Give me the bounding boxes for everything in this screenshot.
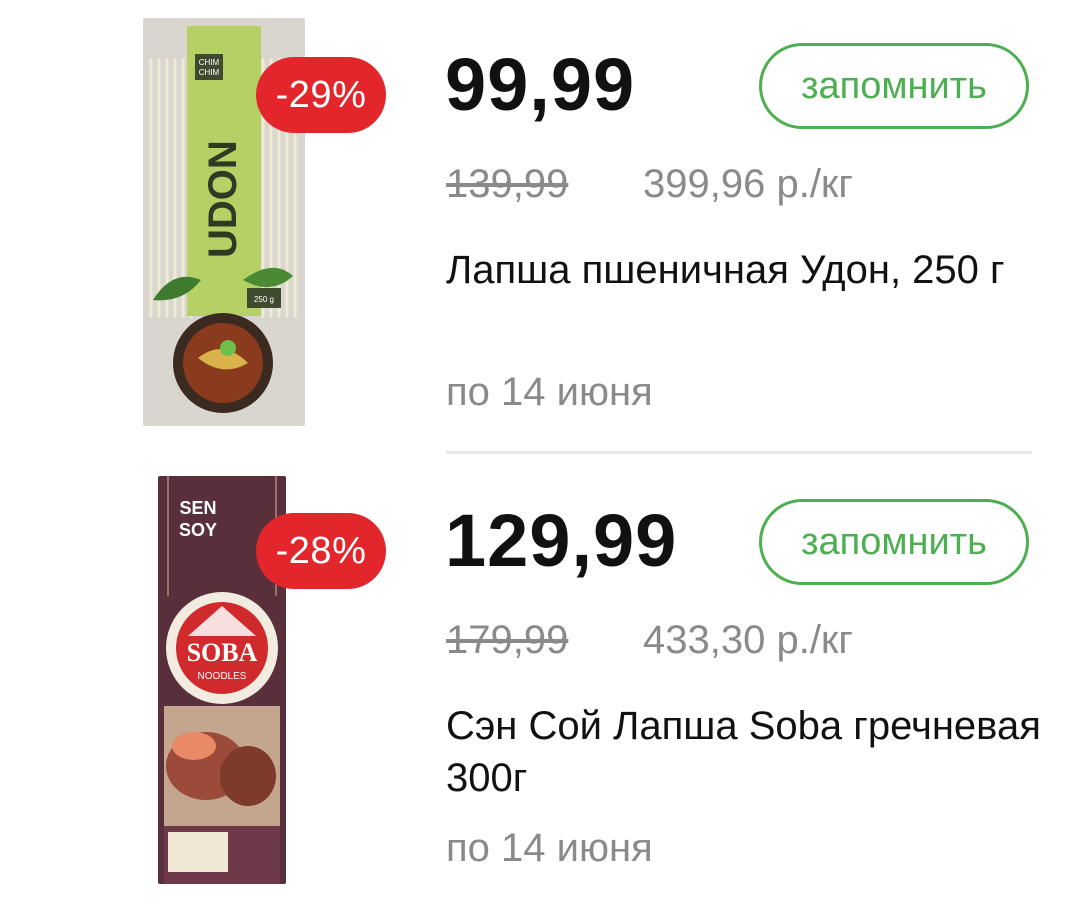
- unit-price: 433,30 р./кг: [643, 618, 854, 662]
- product-name[interactable]: Лапша пшеничная Удон, 250 г: [446, 244, 1046, 296]
- current-price: 129,99: [445, 499, 678, 582]
- divider: [446, 451, 1032, 454]
- unit-price: 399,96 р./кг: [643, 162, 854, 206]
- old-price: 139,99: [446, 162, 569, 206]
- product-card[interactable]: CHIM CHIM UDON 250 g -29% 99,99 запомнит…: [0, 0, 1080, 456]
- old-price: 179,99: [446, 618, 569, 662]
- discount-badge: -29%: [256, 57, 386, 133]
- product-card[interactable]: SEN SOY SOBA NOODLES -28% 129,99 запомни…: [0, 456, 1080, 912]
- product-list: CHIM CHIM UDON 250 g -29% 99,99 запомнит…: [0, 0, 1080, 912]
- package-subtitle: NOODLES: [198, 671, 247, 682]
- valid-until: по 14 июня: [446, 826, 653, 870]
- package-brand-2: SOY: [179, 520, 217, 540]
- package-brand-2: CHIM: [199, 68, 220, 77]
- package-brand-1: CHIM: [199, 58, 220, 67]
- product-name[interactable]: Сэн Сой Лапша Soba гречневая 300г: [446, 700, 1046, 804]
- remember-button[interactable]: запомнить: [759, 43, 1029, 129]
- discount-badge: -28%: [256, 513, 386, 589]
- valid-until: по 14 июня: [446, 370, 653, 414]
- package-brand-1: SEN: [179, 498, 216, 518]
- current-price: 99,99: [445, 43, 636, 126]
- remember-button[interactable]: запомнить: [759, 499, 1029, 585]
- package-weight: 250 g: [254, 295, 274, 304]
- package-title: SOBA: [187, 638, 258, 667]
- package-title: UDON: [201, 140, 245, 258]
